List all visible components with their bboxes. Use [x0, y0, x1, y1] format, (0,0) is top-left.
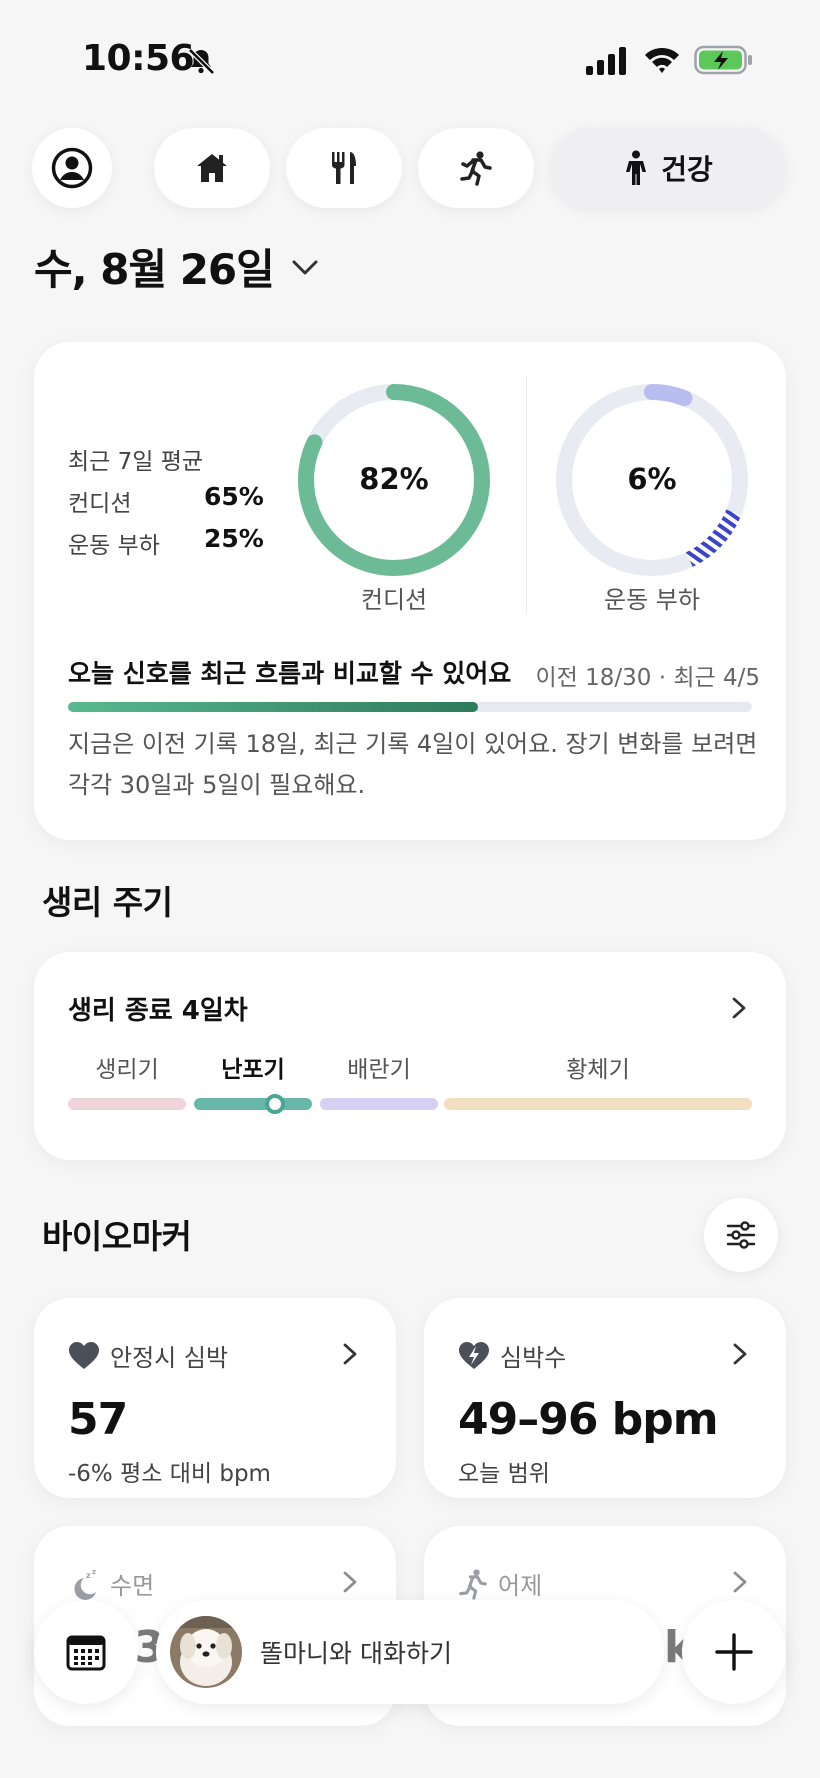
cycle-current-marker	[265, 1094, 285, 1114]
tab-health[interactable]: 건강	[550, 128, 786, 208]
fork-knife-icon	[332, 152, 356, 184]
avg-load-row: 운동 부하 25%	[68, 524, 264, 560]
add-button[interactable]	[682, 1600, 786, 1704]
divider	[526, 376, 527, 614]
chevron-right-icon	[732, 997, 746, 1019]
condition-ring-value: 82%	[359, 462, 429, 496]
date-selector[interactable]: 수, 8월 26일	[34, 236, 322, 297]
phase-label-ovulation: 배란기	[347, 1057, 411, 1083]
moon-sleep-icon: z z	[74, 1568, 96, 1600]
bio-label-row: 안정시 심박	[68, 1338, 228, 1373]
svg-text:z: z	[86, 1571, 91, 1580]
chevron-right-icon	[343, 1571, 357, 1593]
plus-icon	[715, 1633, 753, 1671]
phase-label-luteal: 황체기	[566, 1057, 630, 1083]
phase-bar-follicular	[194, 1098, 312, 1110]
cycle-status: 생리 종료 4일차	[68, 996, 248, 1026]
compare-progress-fill	[68, 702, 479, 712]
compare-meta: 이전 18/30 · 최근 4/5	[535, 665, 761, 691]
compare-title: 오늘 신호를 최근 흐름과 비교할 수 있어요	[68, 659, 512, 688]
chat-input-bar[interactable]: 똘마니와 대화하기	[156, 1600, 664, 1704]
heart-rate-card[interactable]: 심박수 49–96 bpm 오늘 범위	[424, 1298, 786, 1498]
resting-heart-rate-card[interactable]: 안정시 심박 57 -6% 평소 대비 bpm	[34, 1298, 396, 1498]
bio-label-row: 어제	[458, 1566, 542, 1601]
filter-button[interactable]	[704, 1198, 778, 1272]
heart-bolt-icon	[459, 1341, 489, 1369]
sliders-icon	[726, 1221, 756, 1249]
phase-label-menstrual: 생리기	[95, 1057, 159, 1083]
bio-label-row: z z 수면	[68, 1566, 154, 1601]
bell-slash-icon	[188, 48, 215, 75]
wifi-icon	[645, 47, 679, 73]
compare-progress-track	[68, 702, 752, 712]
standing-person-icon	[626, 150, 647, 185]
running-icon	[460, 151, 492, 186]
avg-condition-value: 65%	[204, 482, 264, 511]
phase-label-follicular: 난포기	[221, 1057, 285, 1083]
bio-label-row: 심박수	[458, 1338, 566, 1373]
heart-rate-label: 심박수	[500, 1344, 567, 1372]
overview-card: 최근 7일 평균 컨디션 65% 운동 부하 25% 82% 컨디션 6% 운동…	[34, 342, 786, 840]
chevron-right-icon	[733, 1343, 747, 1365]
tab-food[interactable]	[286, 128, 402, 208]
avg-load-value: 25%	[204, 524, 264, 553]
profile-button[interactable]	[32, 128, 112, 208]
running-icon	[459, 1568, 487, 1600]
assistant-avatar	[170, 1616, 242, 1688]
tab-exercise[interactable]	[418, 128, 534, 208]
chevron-right-icon	[733, 1571, 747, 1593]
tab-health-label: 건강	[661, 153, 713, 186]
avg-load-label: 운동 부하	[68, 533, 160, 559]
biomarker-section-title: 바이오마커	[42, 1217, 192, 1256]
status-time: 10:56	[82, 38, 195, 79]
battery-charging-icon	[694, 45, 752, 75]
cellular-signal-icon	[586, 47, 626, 75]
avg-title: 최근 7일 평균	[68, 449, 204, 475]
heart-rate-value: 49–96 bpm	[458, 1394, 719, 1445]
resting-hr-value: 57	[68, 1394, 128, 1445]
phase-bar-menstrual	[68, 1098, 186, 1110]
heart-icon	[69, 1341, 99, 1369]
chevron-right-icon	[343, 1343, 357, 1365]
load-ring-label: 운동 부하	[604, 586, 700, 614]
cycle-card[interactable]: 생리 종료 4일차 생리기 난포기 배란기 황체기	[34, 952, 786, 1160]
condition-ring-label: 컨디션	[360, 586, 428, 614]
date-label: 수, 8월 26일	[34, 245, 275, 294]
resting-hr-label: 안정시 심박	[110, 1344, 229, 1372]
chat-placeholder: 똘마니와 대화하기	[260, 1639, 452, 1668]
yesterday-label: 어제	[498, 1572, 543, 1600]
phase-bar-ovulation	[320, 1098, 438, 1110]
home-icon	[197, 154, 227, 182]
resting-hr-sub: -6% 평소 대비 bpm	[68, 1461, 271, 1487]
avg-condition-row: 컨디션 65%	[68, 482, 264, 518]
tab-home[interactable]	[154, 128, 270, 208]
sleep-label: 수면	[110, 1572, 155, 1600]
heart-rate-sub: 오늘 범위	[458, 1461, 550, 1487]
load-ring-value: 6%	[627, 462, 677, 496]
chevron-down-icon	[292, 260, 318, 274]
phase-bar-luteal	[444, 1098, 752, 1110]
calendar-icon	[66, 1635, 106, 1671]
avg-condition-label: 컨디션	[68, 491, 132, 517]
svg-text:z: z	[92, 1568, 96, 1576]
user-circle-icon	[51, 147, 93, 189]
cycle-section-title: 생리 주기	[42, 883, 173, 922]
calendar-button[interactable]	[34, 1600, 138, 1704]
compare-description: 지금은 이전 기록 18일, 최근 기록 4일이 있어요. 장기 변화를 보려면…	[68, 730, 758, 799]
